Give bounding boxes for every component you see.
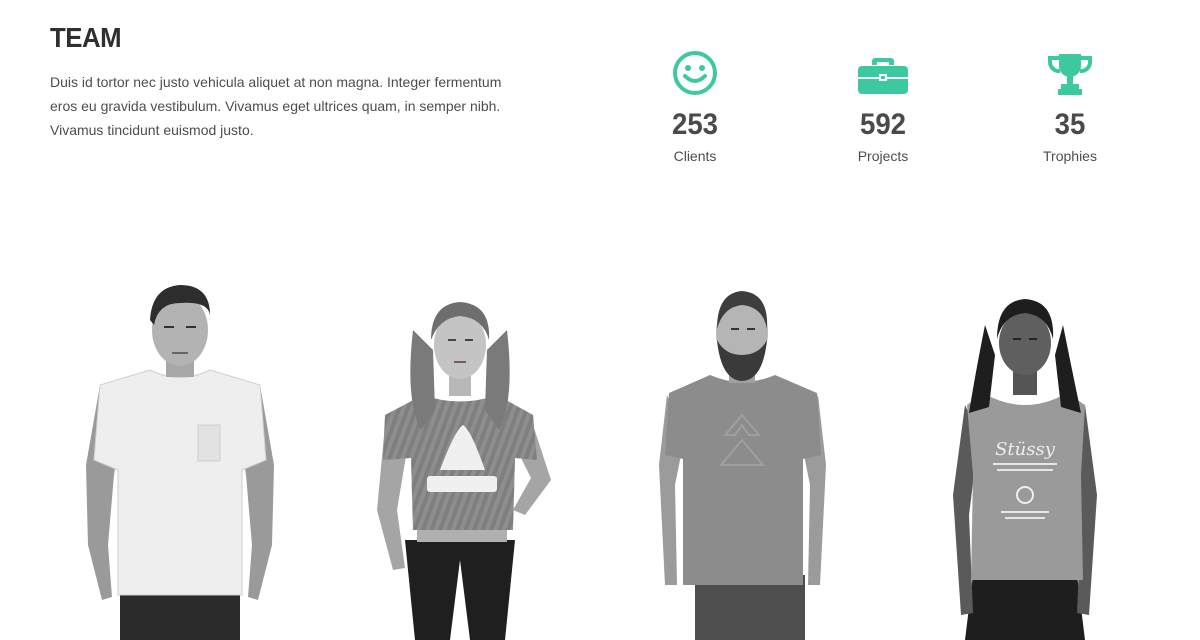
stat-label: Trophies xyxy=(1043,148,1097,164)
team-member-photo xyxy=(86,285,274,640)
stat-value: 592 xyxy=(859,108,907,141)
smiley-icon xyxy=(673,51,717,95)
shirt-logo: Stüssy xyxy=(995,439,1056,460)
briefcase-icon xyxy=(858,58,908,94)
stat-projects: 592 Projects xyxy=(813,48,953,164)
section-description: Duis id tortor nec justo vehicula alique… xyxy=(50,74,502,138)
team-member-photo xyxy=(659,291,826,640)
stat-label: Projects xyxy=(857,148,909,164)
team-member-photo xyxy=(377,302,551,640)
trophy-icon xyxy=(1047,54,1093,95)
stat-value: 35 xyxy=(1054,108,1086,141)
stat-trophies: 35 Trophies xyxy=(1000,48,1140,164)
section-title: TEAM xyxy=(50,22,122,53)
stat-clients: 253 Clients xyxy=(625,48,765,164)
team-section: TEAM Duis id tortor nec justo vehicula a… xyxy=(0,0,1200,640)
stat-value: 253 xyxy=(671,108,719,141)
team-member-photo: Stüssy xyxy=(953,299,1097,640)
stat-label: Clients xyxy=(673,148,717,164)
